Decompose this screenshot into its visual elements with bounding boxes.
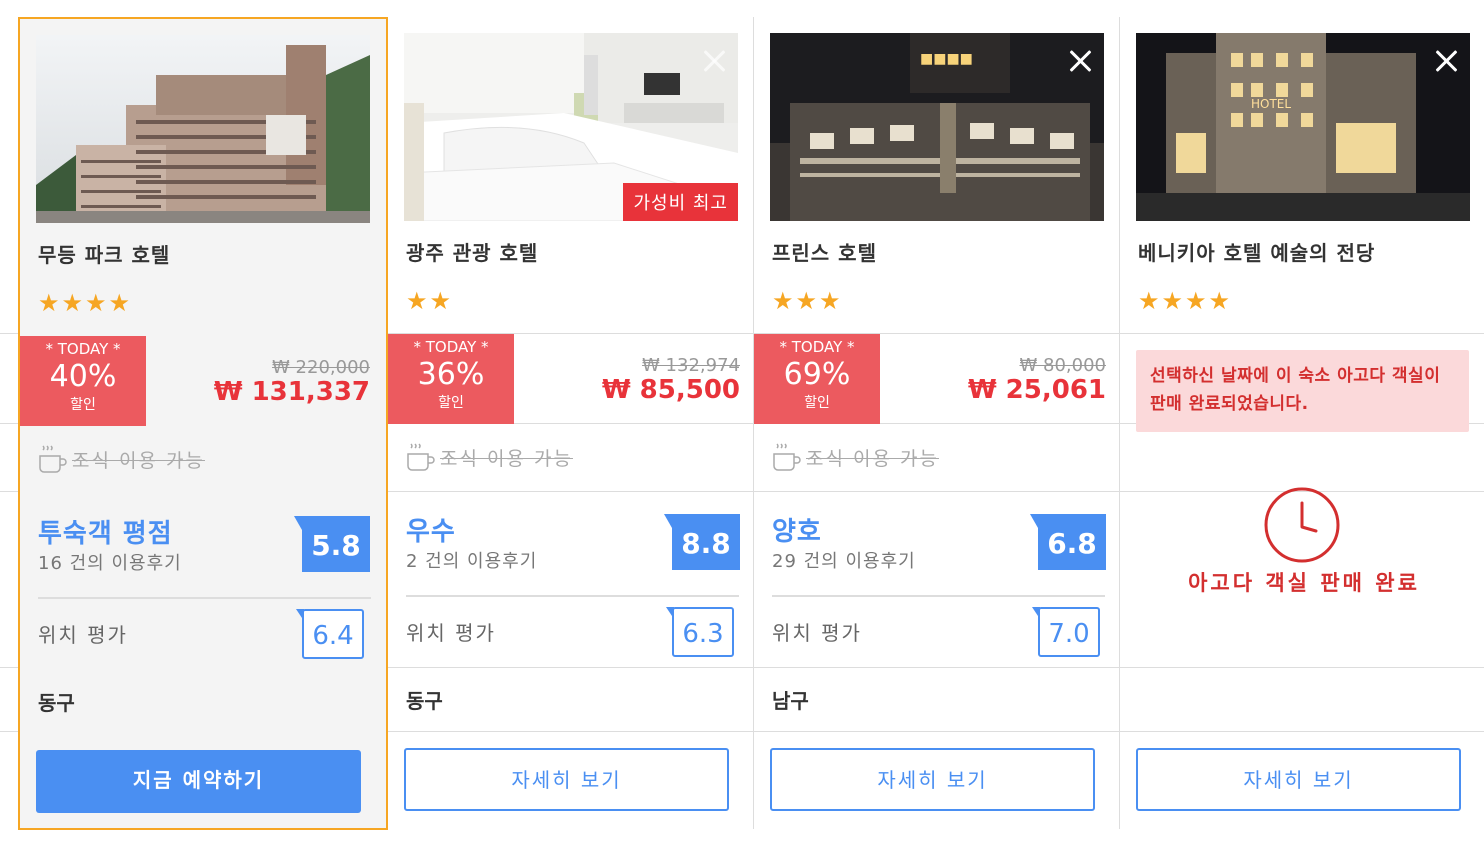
- rating-label: 양호: [772, 517, 822, 547]
- original-price: ₩ 220,000: [272, 357, 370, 378]
- today-discount-badge: * TODAY * 36% 할인: [388, 334, 514, 424]
- discount-percent: 40%: [49, 359, 117, 394]
- hotel-comparison: 무등 파크 호텔 ★★★★ * TODAY * 40% 할인 ₩ 220,000…: [0, 0, 1484, 847]
- today-label: * TODAY *: [779, 338, 855, 356]
- review-count[interactable]: 16 건의 이용후기: [38, 549, 182, 575]
- value-badge: 가성비 최고: [623, 183, 738, 221]
- hotel-card-4: HOTEL 베니키아 호텔 예술의 전당 ★★★★ 선택하신 날짜에 이 숙소 …: [1120, 17, 1484, 830]
- district: 남구: [772, 689, 809, 713]
- coffee-cup-icon: [38, 442, 68, 476]
- hotel-photo[interactable]: [36, 35, 370, 223]
- discount-percent: 69%: [783, 357, 851, 392]
- star-rating: ★★★★: [38, 289, 133, 317]
- view-details-button[interactable]: 자세히 보기: [1136, 748, 1461, 811]
- breakfast-text: 조식 이용 가능: [806, 447, 939, 470]
- divider: [38, 597, 371, 599]
- breakfast-info: 조식 이용 가능: [772, 437, 939, 477]
- hotel-name[interactable]: 광주 관광 호텔: [406, 237, 538, 266]
- star-rating: ★★★★: [1138, 287, 1233, 315]
- close-icon[interactable]: [1066, 47, 1094, 75]
- guest-score-badge: 6.8: [1030, 514, 1106, 570]
- hotel-name[interactable]: 프린스 호텔: [772, 237, 877, 266]
- today-discount-badge: * TODAY * 40% 할인: [20, 336, 146, 426]
- original-price: ₩ 132,974: [642, 355, 740, 376]
- today-label: * TODAY *: [45, 340, 121, 358]
- sale-price: ₩ 131,337: [213, 377, 370, 407]
- close-icon[interactable]: [1432, 47, 1460, 75]
- location-score-badge: 6.4: [296, 609, 364, 659]
- rating-label: 투숙객 평점: [38, 519, 173, 549]
- district: 동구: [38, 691, 75, 715]
- district: 동구: [406, 689, 443, 713]
- breakfast-text: 조식 이용 가능: [72, 449, 205, 472]
- hotel-card-1: 무등 파크 호텔 ★★★★ * TODAY * 40% 할인 ₩ 220,000…: [18, 17, 388, 830]
- clock-icon: [1264, 487, 1340, 563]
- hotel-name[interactable]: 베니키아 호텔 예술의 전당: [1138, 237, 1375, 266]
- book-now-button[interactable]: 지금 예약하기: [36, 750, 361, 813]
- review-count[interactable]: 2 건의 이용후기: [406, 547, 537, 573]
- breakfast-info: 조식 이용 가능: [38, 439, 205, 479]
- divider: [406, 595, 739, 597]
- view-details-button[interactable]: 자세히 보기: [770, 748, 1095, 811]
- rating-label: 우수: [406, 517, 456, 547]
- coffee-cup-icon: [406, 440, 436, 474]
- sold-out-label: 아고다 객실 판매 완료: [1188, 571, 1420, 595]
- hotel-photo[interactable]: HOTEL: [1136, 33, 1470, 221]
- breakfast-info: 조식 이용 가능: [406, 437, 573, 477]
- location-score-badge: 6.3: [666, 607, 734, 657]
- view-details-button[interactable]: 자세히 보기: [404, 748, 729, 811]
- svg-text:HOTEL: HOTEL: [1251, 97, 1291, 111]
- hotel-name[interactable]: 무등 파크 호텔: [38, 239, 170, 268]
- hotel-photo[interactable]: 가성비 최고: [404, 33, 738, 221]
- today-discount-badge: * TODAY * 69% 할인: [754, 334, 880, 424]
- star-rating: ★★★: [772, 287, 843, 315]
- discount-label: 할인: [70, 397, 96, 413]
- close-icon[interactable]: [700, 47, 728, 75]
- sale-price: ₩ 85,500: [601, 375, 740, 405]
- location-score-badge: 7.0: [1032, 607, 1100, 657]
- location-rating-label: 위치 평가: [772, 621, 862, 645]
- discount-label: 할인: [804, 395, 830, 411]
- svg-text:■■■■: ■■■■: [920, 51, 973, 67]
- guest-score-badge: 5.8: [294, 516, 370, 572]
- hotel-card-3: ■■■■ 프린스 호텔 ★★★ * TODAY * 69% 할인 ₩ 80,00…: [754, 17, 1122, 830]
- guest-score-badge: 8.8: [664, 514, 740, 570]
- review-count[interactable]: 29 건의 이용후기: [772, 547, 916, 573]
- divider: [772, 595, 1105, 597]
- location-rating-label: 위치 평가: [38, 623, 128, 647]
- today-label: * TODAY *: [413, 338, 489, 356]
- original-price: ₩ 80,000: [1019, 355, 1106, 376]
- star-rating: ★★: [406, 287, 454, 315]
- breakfast-text: 조식 이용 가능: [440, 447, 573, 470]
- hotel-photo[interactable]: ■■■■: [770, 33, 1104, 221]
- hotel-card-2: 가성비 최고 광주 관광 호텔 ★★ * TODAY * 36% 할인 ₩ 13…: [388, 17, 756, 830]
- sale-price: ₩ 25,061: [967, 375, 1106, 405]
- discount-label: 할인: [438, 395, 464, 411]
- discount-percent: 36%: [417, 357, 485, 392]
- coffee-cup-icon: [772, 440, 802, 474]
- location-rating-label: 위치 평가: [406, 621, 496, 645]
- sold-out-message: 선택하신 날짜에 이 숙소 아고다 객실이 판매 완료되었습니다.: [1136, 350, 1469, 432]
